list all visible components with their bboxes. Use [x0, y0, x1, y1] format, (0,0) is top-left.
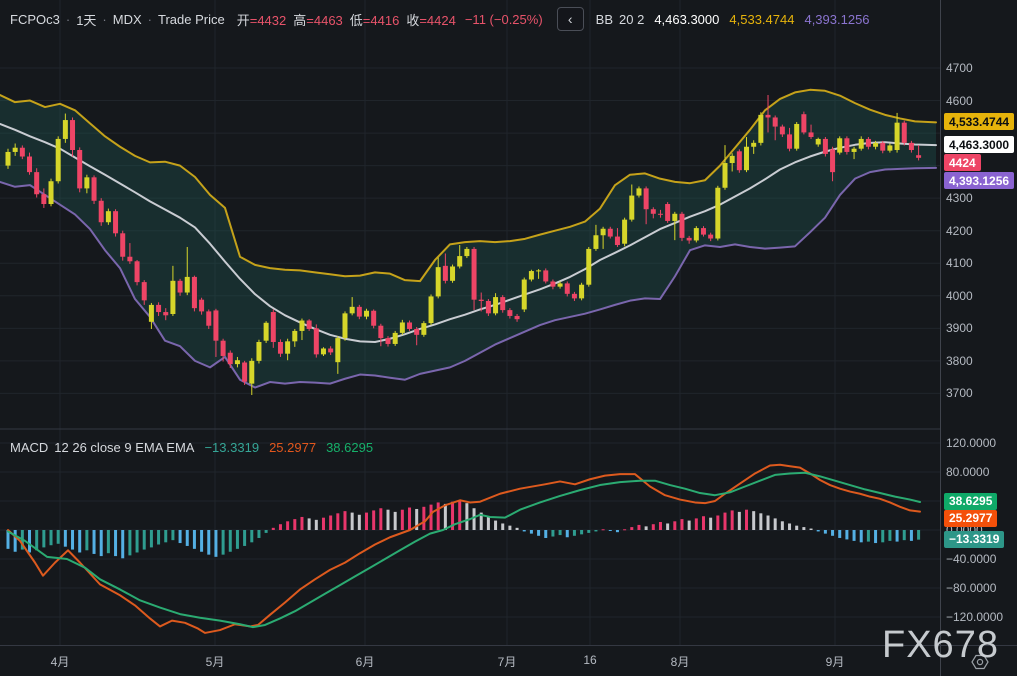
macd-histogram: [7, 500, 921, 558]
symbol-legend: FCPOc3 · 1天 · MDX · Trade Price 开=4432 高…: [10, 8, 870, 30]
price-axis[interactable]: MYR t 4700460043004200410040003900380037…: [940, 0, 1017, 676]
chart-canvas[interactable]: [0, 0, 940, 645]
axis-price-badge: 4,393.1256: [944, 172, 1014, 189]
axis-price-badge: 4424: [944, 154, 981, 171]
price-tick-label: 3900: [946, 321, 973, 335]
change-value: −11 (−0.25%): [465, 12, 543, 27]
exchange-label: MDX: [113, 12, 142, 27]
time-tick-label: 9月: [826, 653, 845, 670]
chevron-left-icon: ‹: [568, 11, 573, 27]
price-tick-label: 3700: [946, 386, 973, 400]
separator: ·: [148, 12, 152, 27]
bb-upper-value: 4,533.4744: [729, 12, 794, 27]
series-type-label: Trade Price: [158, 12, 225, 27]
price-tick-label: 4300: [946, 191, 973, 205]
bb-lower-value: 4,393.1256: [804, 12, 869, 27]
hexagon-settings-icon[interactable]: [970, 652, 990, 672]
axis-price-badge: 4,463.3000: [944, 136, 1014, 153]
macd-indicator-name: MACD: [10, 440, 48, 455]
macd-legend: MACD 12 26 close 9 EMA EMA −13.3319 25.2…: [10, 438, 373, 456]
close-value: 收=4424: [406, 10, 456, 29]
separator: ·: [102, 12, 106, 27]
symbol-name: FCPOc3: [10, 12, 60, 27]
time-tick-label: 6月: [356, 653, 375, 670]
price-tick-label: 4700: [946, 61, 973, 75]
price-tick-label: 4100: [946, 256, 973, 270]
price-tick-label: 4000: [946, 289, 973, 303]
macd-params: 12 26 close 9 EMA EMA: [54, 440, 194, 455]
time-axis[interactable]: 4月 5月 6月 7月 16 8月 9月: [0, 645, 941, 676]
axis-corner: [940, 645, 1017, 676]
macd-line-value: 25.2977: [269, 440, 316, 455]
high-value: 高=4463: [293, 10, 343, 29]
macd-tick-label: 120.0000: [946, 436, 996, 450]
axis-price-badge: 38.6295: [944, 493, 997, 510]
open-value: 开=4432: [237, 10, 287, 29]
low-value: 低=4416: [350, 10, 400, 29]
time-tick-label: 7月: [498, 653, 517, 670]
macd-tick-label: −120.0000: [946, 610, 1003, 624]
axis-price-badge: 25.2977: [944, 510, 997, 527]
trading-chart-app: FCPOc3 · 1天 · MDX · Trade Price 开=4432 高…: [0, 0, 1017, 676]
macd-tick-label: −40.0000: [946, 552, 996, 566]
time-tick-label: 5月: [206, 653, 225, 670]
macd-tick-label: −80.0000: [946, 581, 996, 595]
macd-tick-label: 80.0000: [946, 465, 989, 479]
axis-price-badge: 4,533.4744: [944, 113, 1014, 130]
collapse-legend-button[interactable]: ‹: [557, 7, 584, 31]
bb-indicator-name: BB: [596, 12, 613, 27]
time-tick-label: 4月: [51, 653, 70, 670]
price-tick-label: 3800: [946, 354, 973, 368]
axis-price-badge: −13.3319: [944, 531, 1004, 548]
time-tick-label: 16: [583, 653, 596, 667]
time-tick-label: 8月: [671, 653, 690, 670]
interval-label: 1天: [76, 10, 96, 29]
separator: ·: [66, 12, 70, 27]
macd-hist-value: −13.3319: [204, 440, 259, 455]
bb-basis-value: 4,463.3000: [654, 12, 719, 27]
price-tick-label: 4600: [946, 94, 973, 108]
macd-signal-value: 38.6295: [326, 440, 373, 455]
bb-params: 20 2: [619, 12, 644, 27]
price-tick-label: 4200: [946, 224, 973, 238]
